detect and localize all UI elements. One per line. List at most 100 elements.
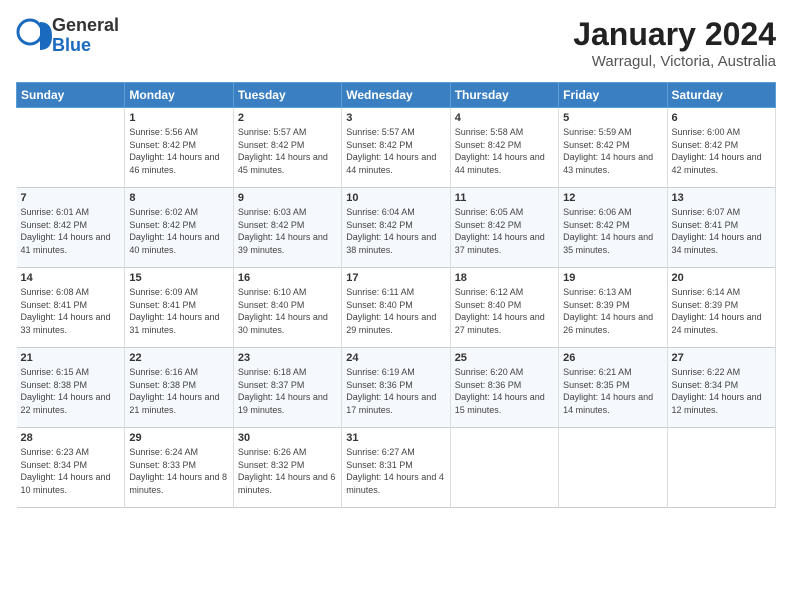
calendar-cell: 2 Sunrise: 5:57 AM Sunset: 8:42 PM Daylig… <box>233 108 341 188</box>
calendar-cell: 11 Sunrise: 6:05 AM Sunset: 8:42 PM Dayli… <box>450 188 558 268</box>
calendar-cell: 3Sunrise: 5:57 AM Sunset: 8:42 PM Daylig… <box>342 108 450 188</box>
calendar-cell: 1 Sunrise: 5:56 AM Sunset: 8:42 PM Daylig… <box>125 108 233 188</box>
logo-icon <box>16 18 52 54</box>
calendar-table: Sunday Monday Tuesday Wednesday Thursday… <box>16 82 776 508</box>
day-number: 16 <box>238 272 337 284</box>
col-sunday: Sunday <box>17 83 125 108</box>
day-number: 7 <box>21 192 121 204</box>
day-number: 27 <box>672 352 771 364</box>
day-info: Sunrise: 6:06 AM Sunset: 8:42 PM Dayligh… <box>563 206 662 256</box>
day-number: 10 <box>346 192 445 204</box>
logo-text: General Blue <box>52 16 119 56</box>
calendar-cell: 12 Sunrise: 6:06 AM Sunset: 8:42 PM Dayli… <box>559 188 667 268</box>
day-info: Sunrise: 6:26 AM Sunset: 8:32 PM Dayligh… <box>238 446 337 496</box>
calendar-cell <box>17 108 125 188</box>
calendar-cell: 18 Sunrise: 6:12 AM Sunset: 8:40 PM Dayli… <box>450 268 558 348</box>
day-info: Sunrise: 5:56 AM Sunset: 8:42 PM Dayligh… <box>129 126 228 176</box>
calendar-cell: 22 Sunrise: 6:16 AM Sunset: 8:38 PM Dayli… <box>125 348 233 428</box>
day-info: Sunrise: 6:20 AM Sunset: 8:36 PM Dayligh… <box>455 366 554 416</box>
day-info: Sunrise: 6:24 AM Sunset: 8:33 PM Dayligh… <box>129 446 228 496</box>
day-number: 18 <box>455 272 554 284</box>
col-saturday: Saturday <box>667 83 775 108</box>
month-title: January 2024 <box>573 16 776 53</box>
calendar-cell <box>667 428 775 508</box>
day-info: Sunrise: 5:57 AM Sunset: 8:42 PM Dayligh… <box>238 126 337 176</box>
calendar-cell: 7 Sunrise: 6:01 AM Sunset: 8:42 PM Daylig… <box>17 188 125 268</box>
day-info: Sunrise: 6:18 AM Sunset: 8:37 PM Dayligh… <box>238 366 337 416</box>
day-number: 14 <box>21 272 121 284</box>
day-info: Sunrise: 6:19 AM Sunset: 8:36 PM Dayligh… <box>346 366 445 416</box>
calendar-cell: 19Sunrise: 6:13 AM Sunset: 8:39 PM Dayli… <box>559 268 667 348</box>
calendar-cell: 4Sunrise: 5:58 AM Sunset: 8:42 PM Daylig… <box>450 108 558 188</box>
calendar-cell: 25 Sunrise: 6:20 AM Sunset: 8:36 PM Dayli… <box>450 348 558 428</box>
calendar-cell: 27 Sunrise: 6:22 AM Sunset: 8:34 PM Dayli… <box>667 348 775 428</box>
day-info: Sunrise: 6:14 AM Sunset: 8:39 PM Dayligh… <box>672 286 771 336</box>
calendar-cell: 5Sunrise: 5:59 AM Sunset: 8:42 PM Daylig… <box>559 108 667 188</box>
calendar-cell: 8 Sunrise: 6:02 AM Sunset: 8:42 PM Daylig… <box>125 188 233 268</box>
calendar-cell <box>559 428 667 508</box>
day-number: 31 <box>346 432 445 444</box>
day-info: Sunrise: 6:03 AM Sunset: 8:42 PM Dayligh… <box>238 206 337 256</box>
day-info: Sunrise: 6:16 AM Sunset: 8:38 PM Dayligh… <box>129 366 228 416</box>
calendar-cell: 28 Sunrise: 6:23 AM Sunset: 8:34 PM Dayli… <box>17 428 125 508</box>
calendar-cell: 17 Sunrise: 6:11 AM Sunset: 8:40 PM Dayli… <box>342 268 450 348</box>
col-tuesday: Tuesday <box>233 83 341 108</box>
day-info: Sunrise: 6:23 AM Sunset: 8:34 PM Dayligh… <box>21 446 121 496</box>
day-info: Sunrise: 6:21 AM Sunset: 8:35 PM Dayligh… <box>563 366 662 416</box>
location: Warragul, Victoria, Australia <box>573 53 776 70</box>
day-info: Sunrise: 5:59 AM Sunset: 8:42 PM Dayligh… <box>563 126 662 176</box>
calendar-week-2: 7 Sunrise: 6:01 AM Sunset: 8:42 PM Daylig… <box>17 188 776 268</box>
day-number: 28 <box>21 432 121 444</box>
day-number: 30 <box>238 432 337 444</box>
day-info: Sunrise: 6:07 AM Sunset: 8:41 PM Dayligh… <box>672 206 771 256</box>
calendar-week-4: 21Sunrise: 6:15 AM Sunset: 8:38 PM Dayli… <box>17 348 776 428</box>
day-info: Sunrise: 6:00 AM Sunset: 8:42 PM Dayligh… <box>672 126 771 176</box>
day-number: 6 <box>672 112 771 124</box>
day-info: Sunrise: 6:27 AM Sunset: 8:31 PM Dayligh… <box>346 446 445 496</box>
day-number: 19 <box>563 272 662 284</box>
day-info: Sunrise: 6:22 AM Sunset: 8:34 PM Dayligh… <box>672 366 771 416</box>
day-number: 8 <box>129 192 228 204</box>
day-number: 2 <box>238 112 337 124</box>
day-number: 22 <box>129 352 228 364</box>
day-number: 29 <box>129 432 228 444</box>
day-info: Sunrise: 6:05 AM Sunset: 8:42 PM Dayligh… <box>455 206 554 256</box>
calendar-cell <box>450 428 558 508</box>
calendar-cell: 15Sunrise: 6:09 AM Sunset: 8:41 PM Dayli… <box>125 268 233 348</box>
calendar-cell: 20 Sunrise: 6:14 AM Sunset: 8:39 PM Dayli… <box>667 268 775 348</box>
col-monday: Monday <box>125 83 233 108</box>
calendar-header: Sunday Monday Tuesday Wednesday Thursday… <box>17 83 776 108</box>
day-number: 4 <box>455 112 554 124</box>
calendar-cell: 24 Sunrise: 6:19 AM Sunset: 8:36 PM Dayli… <box>342 348 450 428</box>
header-row: Sunday Monday Tuesday Wednesday Thursday… <box>17 83 776 108</box>
day-info: Sunrise: 6:02 AM Sunset: 8:42 PM Dayligh… <box>129 206 228 256</box>
day-number: 1 <box>129 112 228 124</box>
day-info: Sunrise: 6:12 AM Sunset: 8:40 PM Dayligh… <box>455 286 554 336</box>
day-info: Sunrise: 6:11 AM Sunset: 8:40 PM Dayligh… <box>346 286 445 336</box>
header: General Blue January 2024 Warragul, Vict… <box>16 16 776 70</box>
day-number: 25 <box>455 352 554 364</box>
calendar-cell: 30 Sunrise: 6:26 AM Sunset: 8:32 PM Dayli… <box>233 428 341 508</box>
day-number: 17 <box>346 272 445 284</box>
day-info: Sunrise: 6:10 AM Sunset: 8:40 PM Dayligh… <box>238 286 337 336</box>
day-info: Sunrise: 6:08 AM Sunset: 8:41 PM Dayligh… <box>21 286 121 336</box>
day-info: Sunrise: 5:57 AM Sunset: 8:42 PM Dayligh… <box>346 126 445 176</box>
col-thursday: Thursday <box>450 83 558 108</box>
day-info: Sunrise: 6:09 AM Sunset: 8:41 PM Dayligh… <box>129 286 228 336</box>
calendar-cell: 16 Sunrise: 6:10 AM Sunset: 8:40 PM Dayli… <box>233 268 341 348</box>
day-number: 11 <box>455 192 554 204</box>
day-number: 13 <box>672 192 771 204</box>
logo: General Blue <box>16 16 119 56</box>
calendar-cell: 10Sunrise: 6:04 AM Sunset: 8:42 PM Dayli… <box>342 188 450 268</box>
day-number: 20 <box>672 272 771 284</box>
calendar-cell: 23 Sunrise: 6:18 AM Sunset: 8:37 PM Dayli… <box>233 348 341 428</box>
day-number: 23 <box>238 352 337 364</box>
day-info: Sunrise: 6:01 AM Sunset: 8:42 PM Dayligh… <box>21 206 121 256</box>
calendar-cell: 26Sunrise: 6:21 AM Sunset: 8:35 PM Dayli… <box>559 348 667 428</box>
day-number: 24 <box>346 352 445 364</box>
logo-general: General <box>52 16 119 36</box>
calendar-week-1: 1 Sunrise: 5:56 AM Sunset: 8:42 PM Daylig… <box>17 108 776 188</box>
calendar-cell: 13 Sunrise: 6:07 AM Sunset: 8:41 PM Dayli… <box>667 188 775 268</box>
day-info: Sunrise: 6:15 AM Sunset: 8:38 PM Dayligh… <box>21 366 121 416</box>
day-number: 12 <box>563 192 662 204</box>
